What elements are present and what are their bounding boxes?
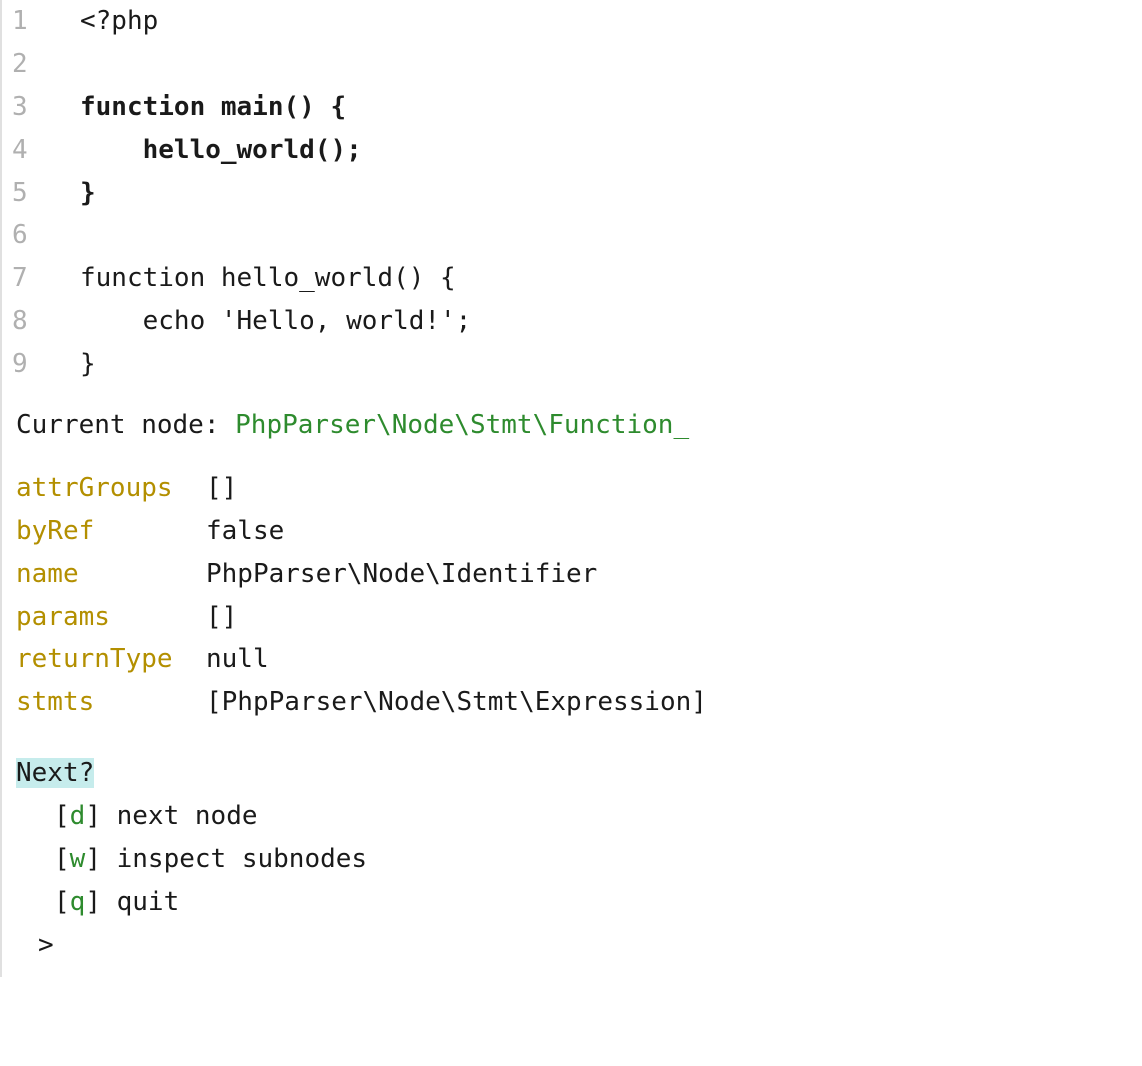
- prompt-title: Next?: [16, 758, 94, 788]
- prompt-block: Next? [d] next node[w] inspect subnodes[…: [2, 734, 1142, 976]
- current-node-type: PhpParser\Node\Stmt\Function_: [235, 410, 689, 440]
- line-number: 7: [2, 257, 60, 300]
- code-line: 3function main() {: [2, 86, 1142, 129]
- code-text: echo 'Hello, world!';: [60, 300, 471, 343]
- prompt-option-key: d: [70, 801, 86, 831]
- prompt-option[interactable]: [q] quit: [16, 881, 1142, 924]
- code-text: }: [60, 343, 96, 386]
- prompt-option-label: next node: [117, 801, 258, 831]
- line-number: 8: [2, 300, 60, 343]
- property-key: params: [16, 596, 206, 639]
- property-row: returnTypenull: [16, 638, 1142, 681]
- property-value: []: [206, 467, 237, 510]
- property-value: false: [206, 510, 284, 553]
- code-text: function hello_world() {: [60, 257, 456, 300]
- property-value: null: [206, 638, 269, 681]
- line-number: 1: [2, 0, 60, 43]
- line-number: 3: [2, 86, 60, 129]
- prompt-option[interactable]: [d] next node: [16, 795, 1142, 838]
- property-key: stmts: [16, 681, 206, 724]
- line-number: 9: [2, 343, 60, 386]
- prompt-option-key: q: [70, 887, 86, 917]
- prompt-option[interactable]: [w] inspect subnodes: [16, 838, 1142, 881]
- line-number: 4: [2, 129, 60, 172]
- property-key: byRef: [16, 510, 206, 553]
- line-number: 5: [2, 172, 60, 215]
- line-number: 2: [2, 43, 60, 86]
- node-properties: attrGroups[]byReffalsenamePhpParser\Node…: [2, 457, 1142, 734]
- prompt-option-label: inspect subnodes: [117, 844, 367, 874]
- property-value: [PhpParser\Node\Stmt\Expression]: [206, 681, 707, 724]
- code-line: 4 hello_world();: [2, 129, 1142, 172]
- property-row: byReffalse: [16, 510, 1142, 553]
- code-line: 8 echo 'Hello, world!';: [2, 300, 1142, 343]
- code-line: 2: [2, 43, 1142, 86]
- property-row: namePhpParser\Node\Identifier: [16, 553, 1142, 596]
- code-text: function main() {: [60, 86, 346, 129]
- property-key: attrGroups: [16, 467, 206, 510]
- prompt-option-label: quit: [117, 887, 180, 917]
- code-listing: 1<?php23function main() {4 hello_world()…: [2, 0, 1142, 394]
- property-row: attrGroups[]: [16, 467, 1142, 510]
- code-line: 6: [2, 214, 1142, 257]
- property-row: params[]: [16, 596, 1142, 639]
- property-key: returnType: [16, 638, 206, 681]
- current-node-label: Current node:: [16, 410, 235, 440]
- property-key: name: [16, 553, 206, 596]
- line-number: 6: [2, 214, 60, 257]
- code-text: <?php: [60, 0, 158, 43]
- property-row: stmts[PhpParser\Node\Stmt\Expression]: [16, 681, 1142, 724]
- code-text: }: [60, 172, 96, 215]
- property-value: []: [206, 596, 237, 639]
- prompt-cursor[interactable]: >: [16, 924, 1142, 967]
- current-node-line: Current node: PhpParser\Node\Stmt\Functi…: [2, 394, 1142, 457]
- code-text: hello_world();: [60, 129, 362, 172]
- code-line: 7function hello_world() {: [2, 257, 1142, 300]
- code-line: 1<?php: [2, 0, 1142, 43]
- property-value: PhpParser\Node\Identifier: [206, 553, 597, 596]
- code-line: 9}: [2, 343, 1142, 386]
- code-line: 5}: [2, 172, 1142, 215]
- prompt-option-key: w: [70, 844, 86, 874]
